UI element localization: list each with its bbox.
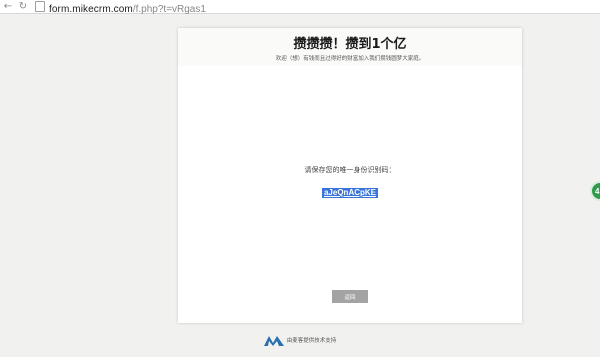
form-card: 攒攒攒！攒到1个亿 欢迎（想）有钱而且过得好的财富加入我们攒钱圆梦大家庭。 请保… [178,28,522,323]
form-header: 攒攒攒！攒到1个亿 欢迎（想）有钱而且过得好的财富加入我们攒钱圆梦大家庭。 [178,28,522,66]
save-code-prompt: 请保存您的唯一身份识别码： [304,166,396,174]
url-field[interactable]: form.mikecrm.com/f.php?t=vRgas1 [49,0,206,16]
identification-code-wrap: aJeQnACpKE [178,180,522,199]
form-title: 攒攒攒！攒到1个亿 [293,37,407,52]
side-badge-label: 4 [595,186,600,196]
reload-icon[interactable]: ↻ [16,0,30,14]
footer-text[interactable]: 由麦客提供技术支持 [287,336,337,344]
footer: 由麦客提供技术支持 [0,334,600,346]
url-host: form.mikecrm.com [49,4,133,15]
url-path: /f.php?t=vRgas1 [132,4,206,15]
mikecrm-logo-icon [263,336,284,346]
back-arrow-icon[interactable]: ← [1,0,15,14]
return-button[interactable]: 返回 [332,290,368,303]
page-icon [35,1,45,12]
form-subtitle: 欢迎（想）有钱而且过得好的财富加入我们攒钱圆梦大家庭。 [275,56,425,62]
identification-code[interactable]: aJeQnACpKE [321,188,378,198]
browser-address-bar: ← ↻ form.mikecrm.com/f.php?t=vRgas1 [0,0,600,16]
side-floating-badge[interactable]: 4 [590,181,600,201]
